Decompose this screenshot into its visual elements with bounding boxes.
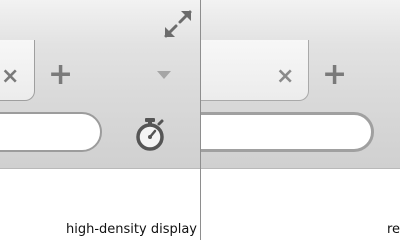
resize-arrows-icon[interactable] — [162, 8, 194, 40]
url-bar[interactable] — [0, 112, 102, 152]
stopwatch-icon[interactable] — [133, 116, 167, 152]
regular-display-panel: × + re — [201, 0, 400, 240]
new-tab-icon[interactable]: + — [322, 60, 347, 90]
url-bar[interactable] — [201, 112, 374, 152]
close-tab-icon[interactable]: × — [276, 66, 294, 88]
high-density-panel: × + high-density display — [0, 0, 200, 240]
panel-caption: high-density display — [66, 222, 197, 237]
chevron-down-icon[interactable] — [157, 71, 171, 79]
panel-caption: re — [387, 222, 400, 237]
close-tab-icon[interactable]: × — [1, 66, 19, 88]
new-tab-icon[interactable]: + — [48, 60, 73, 90]
